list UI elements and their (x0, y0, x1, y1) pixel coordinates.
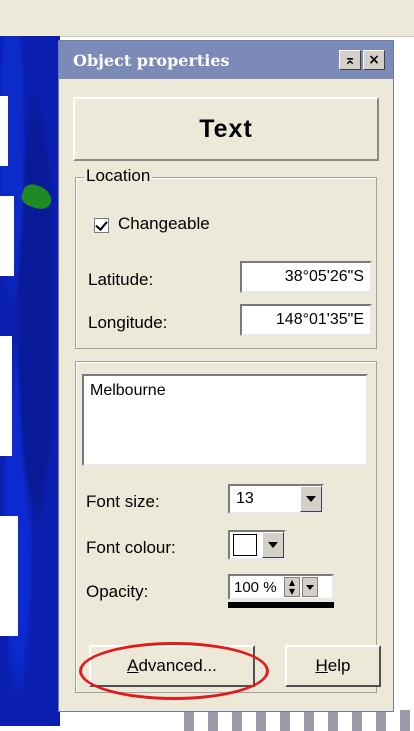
opacity-stepper[interactable]: 100 % (228, 574, 334, 600)
panel-title: Object properties (73, 50, 230, 70)
restore-icon: ⌅ (344, 52, 356, 68)
map-vegetation (19, 181, 55, 213)
status-strip (170, 710, 414, 731)
close-button[interactable]: × (363, 50, 385, 70)
opacity-value: 100 % (234, 578, 277, 596)
text-content-input[interactable]: Melbourne (82, 374, 368, 466)
advanced-button[interactable]: Advanced... (89, 645, 255, 687)
text-content-value: Melbourne (90, 382, 166, 399)
colour-swatch (233, 534, 257, 556)
font-size-dropdown-button[interactable] (300, 486, 322, 512)
latitude-input[interactable]: 38°05'26"S (240, 261, 372, 293)
map-canvas[interactable] (0, 36, 60, 726)
opacity-track[interactable] (228, 602, 334, 608)
advanced-button-label: Advanced... (127, 656, 217, 675)
help-button[interactable]: Help (285, 645, 381, 687)
changeable-checkbox[interactable] (94, 218, 109, 233)
map-land (0, 196, 14, 276)
longitude-value: 148°01'35"E (275, 311, 364, 328)
map-land (0, 336, 12, 456)
help-button-label: Help (315, 656, 351, 675)
text-properties-group: Melbourne Font size: 13 Font colour: Opa… (75, 361, 377, 693)
app-toolbar-strip (0, 0, 414, 37)
location-group: Location Changeable Latitude: 38°05'26"S… (75, 166, 377, 349)
object-type-label: Text (199, 114, 253, 143)
spin-up-icon: ▲ (288, 578, 296, 587)
spin-down-icon: ▼ (288, 587, 296, 596)
panel-titlebar[interactable]: Object properties ⌅ × (59, 41, 393, 79)
chevron-down-icon (306, 584, 314, 590)
map-land (0, 516, 18, 636)
font-colour-label: Font colour: (86, 538, 176, 557)
opacity-fill (228, 602, 334, 608)
latitude-value: 38°05'26"S (284, 268, 364, 285)
font-size-label: Font size: (86, 492, 160, 511)
opacity-spin-buttons[interactable]: ▲ ▼ (284, 577, 300, 597)
chevron-down-icon (306, 496, 316, 502)
opacity-label: Opacity: (86, 582, 149, 601)
font-size-value: 13 (236, 490, 254, 507)
latitude-label: Latitude: (88, 270, 154, 289)
title-buttons: ⌅ × (339, 50, 385, 70)
map-land (0, 96, 8, 166)
changeable-label: Changeable (118, 214, 210, 233)
chevron-down-icon (268, 542, 278, 548)
object-type-header: Text (73, 97, 379, 161)
object-properties-panel: Object properties ⌅ × Text Location Chan… (58, 40, 394, 712)
longitude-label: Longitude: (88, 313, 168, 332)
opacity-dropdown-button[interactable] (302, 577, 318, 597)
font-colour-dropdown-button[interactable] (262, 532, 284, 558)
longitude-input[interactable]: 148°01'35"E (240, 304, 372, 336)
restore-button[interactable]: ⌅ (339, 50, 361, 70)
location-legend: Location (84, 166, 153, 186)
close-icon: × (368, 52, 380, 68)
